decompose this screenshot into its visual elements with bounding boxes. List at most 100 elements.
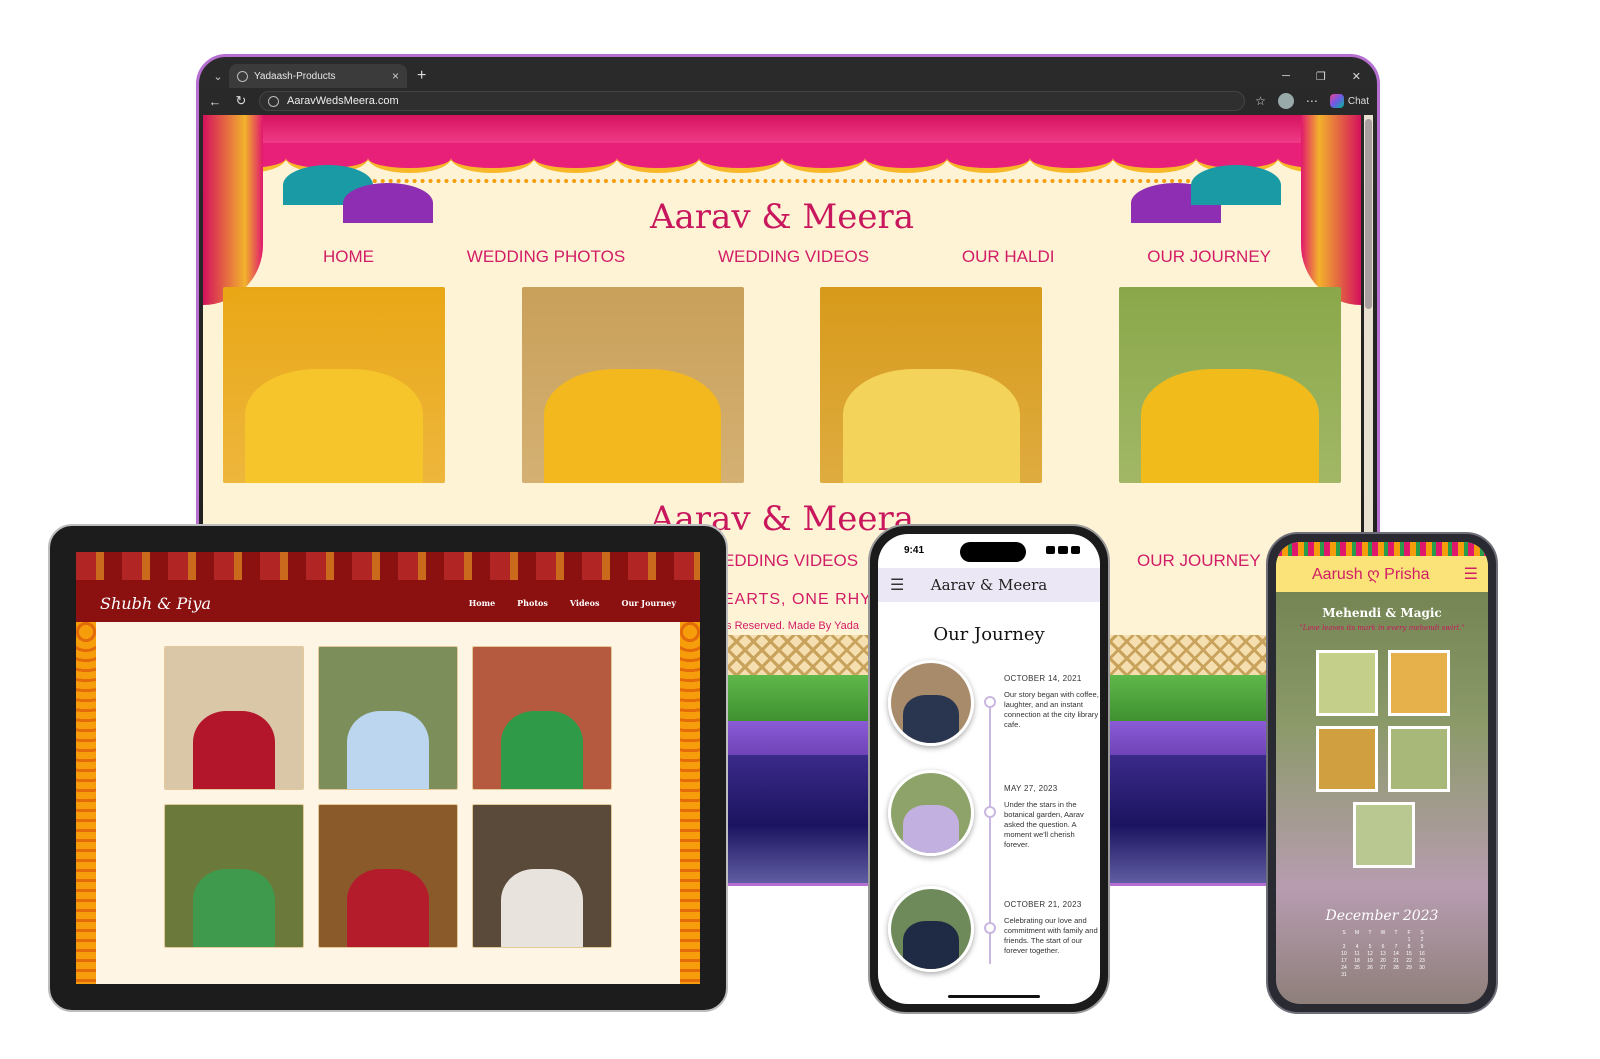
timeline-date: MAY 27, 2023	[1004, 784, 1058, 793]
calendar-day: 17	[1341, 958, 1347, 964]
calendar-day: 2	[1420, 937, 1424, 943]
signal-wifi-battery-icon	[1046, 546, 1080, 554]
tablet-nav-videos[interactable]: Videos	[570, 598, 600, 608]
timeline-item: MAY 27, 2023 Under the stars in the botan…	[888, 770, 1098, 870]
phone-mehendi-screen: Aarush ღ Prisha ☰ Mehendi & Magic "Love …	[1276, 542, 1488, 1004]
nav-home[interactable]: HOME	[323, 247, 374, 267]
timeline-photo[interactable]	[888, 770, 974, 856]
browser-tab[interactable]: Yadaash-Products ×	[229, 64, 407, 88]
site-title: Aarav & Meera	[649, 197, 914, 237]
calendar-day: 15	[1406, 951, 1412, 957]
calendar-day: 16	[1419, 951, 1425, 957]
tab-list-chevron-icon[interactable]: ⌄	[207, 70, 229, 83]
phone-journey-device: 9:41 ☰ Aarav & Meera Our Journey OCTOBER…	[868, 524, 1110, 1014]
browser-tab-strip: ⌄ Yadaash-Products × + ─ ❐ ✕	[207, 63, 1369, 89]
calendar-day: 18	[1354, 958, 1360, 964]
nav-our-journey[interactable]: OUR JOURNEY	[1147, 247, 1271, 267]
timeline-item: OCTOBER 14, 2021 Our story began with cof…	[888, 660, 1099, 760]
scrollbar-thumb[interactable]	[1365, 119, 1372, 309]
hamburger-menu-icon[interactable]: ☰	[890, 575, 912, 595]
calendar-day: 26	[1367, 965, 1373, 971]
timeline-node	[984, 696, 996, 708]
close-window-icon[interactable]: ✕	[1352, 70, 1361, 83]
nav-wedding-videos-repeat[interactable]: EDDING VIDEOS	[723, 551, 858, 571]
reload-icon[interactable]: ↻	[233, 93, 249, 109]
globe-icon	[237, 70, 248, 82]
timeline-photo[interactable]	[888, 886, 974, 972]
nav-wedding-videos[interactable]: WEDDING VIDEOS	[718, 247, 869, 267]
site-info-icon[interactable]	[268, 95, 279, 107]
window-controls: ─ ❐ ✕	[1282, 70, 1369, 83]
chat-button[interactable]: Chat	[1329, 94, 1369, 108]
restore-icon[interactable]: ❐	[1316, 70, 1326, 83]
mehendi-photo[interactable]	[1388, 726, 1450, 792]
back-icon[interactable]: ←	[207, 94, 223, 109]
calendar-day: F	[1407, 930, 1411, 936]
timeline-item: OCTOBER 21, 2023 Celebrating our love and…	[888, 886, 1098, 986]
mehendi-photo[interactable]	[1316, 726, 1378, 792]
calendar-day: 14	[1393, 951, 1399, 957]
tablet-photo[interactable]	[472, 646, 612, 790]
url-text: AaravWedsMeera.com	[287, 95, 399, 107]
calendar-day	[1364, 937, 1376, 943]
copilot-logo-icon	[1329, 94, 1344, 108]
gallery-photo[interactable]	[521, 287, 744, 483]
tablet-nav: Home Photos Videos Our Journey	[469, 598, 676, 608]
favorite-star-icon[interactable]: ☆	[1255, 94, 1266, 108]
gallery-photo[interactable]	[223, 287, 445, 483]
calendar-day: 9	[1420, 944, 1424, 950]
gallery-photo[interactable]	[820, 287, 1043, 483]
mehendi-photo[interactable]	[1388, 650, 1450, 716]
more-menu-icon[interactable]: ⋯	[1306, 94, 1318, 108]
nav-wedding-photos[interactable]: WEDDING PHOTOS	[467, 247, 625, 267]
home-indicator[interactable]	[948, 995, 1040, 998]
calendar-grid: S M T W T F S 1 2 3 4 5 6 7 8 9 10 11 12 13 14 15 16 17 18 19 20 21…	[1338, 930, 1428, 978]
calendar-month: December 2023	[1325, 908, 1439, 924]
new-tab-icon[interactable]: +	[417, 67, 426, 85]
calendar-day: 4	[1355, 944, 1359, 950]
calendar-day: 22	[1406, 958, 1412, 964]
mehendi-photo-featured[interactable]	[1353, 802, 1415, 868]
tablet-nav-photos[interactable]: Photos	[517, 598, 548, 608]
tablet-photo[interactable]	[472, 804, 612, 948]
calendar-day: 21	[1393, 958, 1399, 964]
mehendi-photo[interactable]	[1316, 650, 1378, 716]
phone-mehendi-title: Aarush ღ Prisha	[1312, 566, 1430, 583]
tagline-text: EARTS, ONE RHYT	[723, 591, 883, 608]
gallery-photo[interactable]	[1118, 287, 1341, 483]
tablet-brand[interactable]: Shubh & Piya	[100, 594, 211, 613]
nav-our-haldi[interactable]: OUR HALDI	[962, 247, 1055, 267]
marigold-fringe-decor	[1276, 542, 1488, 556]
tablet-photo-grid	[164, 646, 612, 948]
timeline-photo[interactable]	[888, 660, 974, 746]
nav-our-journey-repeat[interactable]: OUR JOURNEY	[1137, 551, 1261, 571]
calendar-day: 27	[1380, 965, 1386, 971]
close-tab-icon[interactable]: ×	[392, 69, 399, 83]
calendar-day: W	[1380, 930, 1386, 936]
tablet-photo[interactable]	[164, 804, 304, 948]
tab-title: Yadaash-Products	[254, 70, 336, 82]
journey-heading: Our Journey	[933, 624, 1045, 645]
tablet-photo[interactable]	[318, 646, 458, 790]
tablet-nav-our-journey[interactable]: Our Journey	[622, 598, 677, 608]
tablet-nav-home[interactable]: Home	[469, 598, 495, 608]
dynamic-island	[960, 542, 1026, 562]
profile-avatar[interactable]	[1277, 93, 1294, 109]
hamburger-menu-icon[interactable]: ☰	[1464, 564, 1478, 584]
address-bar[interactable]: AaravWedsMeera.com	[259, 91, 1246, 111]
calendar-day: 3	[1342, 944, 1346, 950]
calendar-day: S	[1420, 930, 1424, 936]
minimize-icon[interactable]: ─	[1282, 70, 1290, 83]
tablet-photo[interactable]	[164, 646, 304, 790]
calendar-day: 29	[1406, 965, 1412, 971]
phone-journey-screen: 9:41 ☰ Aarav & Meera Our Journey OCTOBER…	[878, 534, 1100, 1004]
marigold-border-left	[76, 622, 96, 984]
calendar-day: 12	[1367, 951, 1373, 957]
calendar-day: 20	[1380, 958, 1386, 964]
phone-journey-title: Aarav & Meera	[930, 576, 1048, 594]
status-time: 9:41	[904, 545, 925, 556]
timeline-text: Celebrating our love and commitment with…	[1004, 916, 1098, 956]
calendar-day: 8	[1407, 944, 1411, 950]
tablet-photo[interactable]	[318, 804, 458, 948]
calendar-day: T	[1394, 930, 1398, 936]
